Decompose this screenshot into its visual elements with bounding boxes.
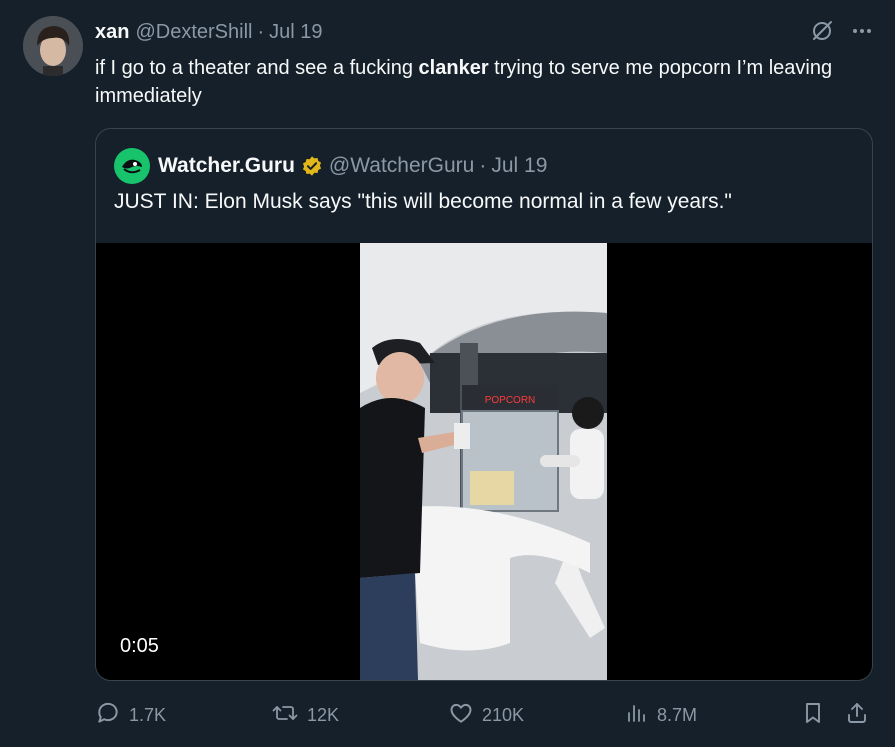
tweet-date[interactable]: Jul 19 xyxy=(269,21,322,44)
action-bar: 1.7K 12K 210K 8.7M xyxy=(95,700,875,730)
author-name[interactable]: xan xyxy=(95,21,129,44)
share-icon xyxy=(845,700,869,731)
bookmark-button[interactable] xyxy=(801,700,825,730)
header-separator: · xyxy=(257,20,265,43)
quote-header: Watcher.Guru @WatcherGuru · Jul 19 xyxy=(114,148,547,184)
quote-date[interactable]: Jul 19 xyxy=(491,154,547,178)
views-icon xyxy=(625,700,649,731)
author-handle[interactable]: @DexterShill xyxy=(135,21,252,44)
heart-icon xyxy=(448,700,474,731)
avatar-image xyxy=(23,16,83,76)
bookmark-icon xyxy=(801,700,825,731)
author-avatar[interactable] xyxy=(23,16,83,76)
quote-author-handle[interactable]: @WatcherGuru xyxy=(329,154,474,178)
like-button[interactable]: 210K xyxy=(448,700,524,730)
views-button[interactable]: 8.7M xyxy=(625,700,697,730)
repost-button[interactable]: 12K xyxy=(271,700,339,730)
tweet-text: if I go to a theater and see a fucking c… xyxy=(95,54,875,110)
popcorn-sign: POPCORN xyxy=(485,395,536,406)
watcher-guru-logo-icon[interactable] xyxy=(114,148,150,184)
video-thumbnail: POPCORN xyxy=(360,243,607,680)
tweet-top-actions xyxy=(809,18,875,44)
grok-slash-icon[interactable] xyxy=(809,18,835,44)
reply-count: 1.7K xyxy=(129,704,167,725)
verified-badge-icon xyxy=(301,155,323,177)
tweet-text-bold: clanker xyxy=(418,57,489,79)
video-frame: POPCORN xyxy=(360,243,607,680)
repost-icon xyxy=(271,700,299,731)
video-player[interactable]: POPCORN 0:05 xyxy=(96,243,872,680)
share-button[interactable] xyxy=(845,700,869,730)
reply-icon xyxy=(95,700,121,731)
video-timestamp: 0:05 xyxy=(120,635,159,657)
quote-header-separator: · xyxy=(479,154,487,177)
quote-text: JUST IN: Elon Musk says "this will becom… xyxy=(114,190,732,213)
repost-count: 12K xyxy=(307,704,340,725)
quoted-tweet[interactable]: Watcher.Guru @WatcherGuru · Jul 19 JUST … xyxy=(95,128,873,681)
reply-button[interactable]: 1.7K xyxy=(95,700,166,730)
views-count: 8.7M xyxy=(657,704,698,725)
tweet-text-part-1: if I go to a theater and see a fucking xyxy=(95,57,419,79)
more-icon[interactable] xyxy=(849,18,875,44)
tweet-header: xan @DexterShill · Jul 19 xyxy=(95,18,323,46)
like-count: 210K xyxy=(482,704,525,725)
quote-author-name[interactable]: Watcher.Guru xyxy=(158,154,295,178)
